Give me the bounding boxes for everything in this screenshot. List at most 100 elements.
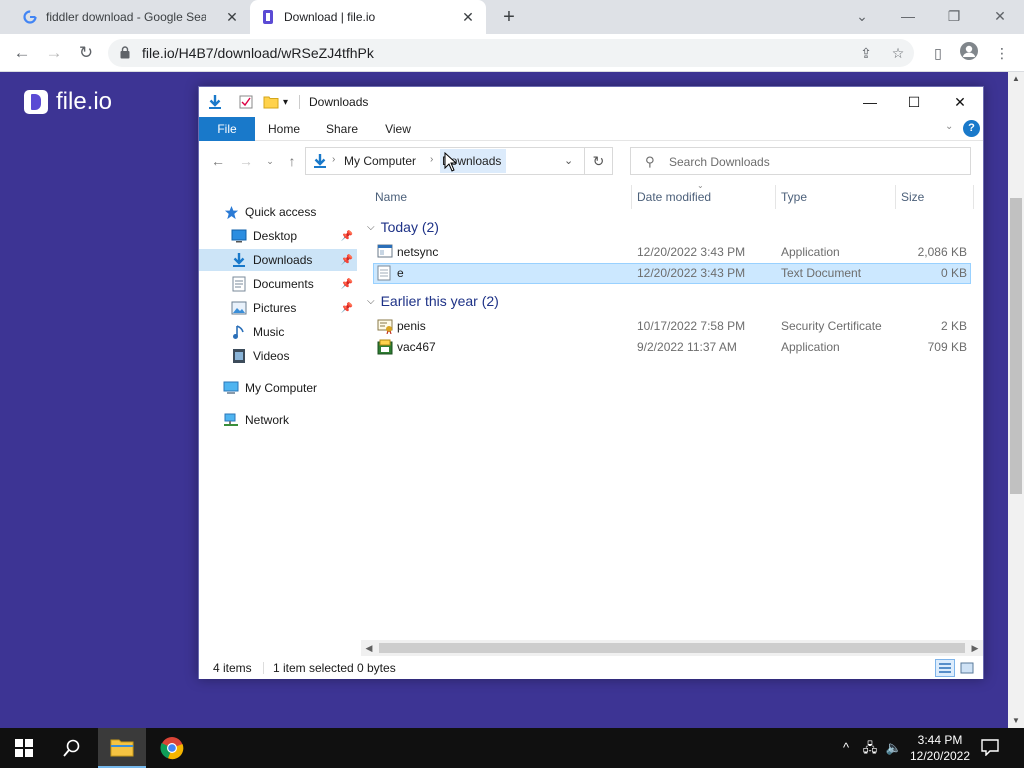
selection-count: 1 item selected bbox=[273, 661, 354, 675]
pin-icon[interactable]: 📌 bbox=[341, 231, 353, 242]
file-row-netsync[interactable]: netsync 12/20/2022 3:43 PM Application 2… bbox=[373, 242, 971, 263]
network-icon bbox=[223, 412, 239, 428]
file-date: 10/17/2022 7:58 PM bbox=[637, 319, 746, 333]
forward-button[interactable]: → bbox=[42, 41, 66, 65]
column-header-name[interactable]: Name bbox=[375, 185, 407, 209]
pictures-icon bbox=[231, 300, 247, 316]
explorer-titlebar: ▾ Downloads — ☐ ✕ bbox=[199, 87, 983, 117]
group-header-today[interactable]: ⌵ Today (2) bbox=[367, 216, 439, 238]
column-divider[interactable] bbox=[895, 185, 896, 209]
nav-item-my-computer[interactable]: My Computer bbox=[199, 377, 357, 399]
help-icon[interactable]: ? bbox=[963, 120, 980, 137]
volume-icon[interactable]: 🔈 bbox=[884, 740, 904, 756]
close-tab-icon[interactable]: ✕ bbox=[460, 9, 476, 25]
search-button[interactable] bbox=[48, 728, 96, 768]
nav-item-downloads[interactable]: Downloads 📌 bbox=[199, 249, 357, 271]
scroll-right-icon[interactable]: ▶ bbox=[967, 640, 983, 656]
large-icons-view-button[interactable] bbox=[957, 659, 977, 677]
back-button[interactable]: ← bbox=[209, 152, 227, 170]
pin-icon[interactable]: 📌 bbox=[341, 279, 353, 290]
nav-item-network[interactable]: Network bbox=[199, 409, 357, 431]
pin-icon[interactable]: 📌 bbox=[341, 303, 353, 314]
clock-date: 12/20/2022 bbox=[909, 749, 971, 763]
forward-button[interactable]: → bbox=[237, 152, 255, 170]
collapse-chevron-icon[interactable]: ⌵ bbox=[367, 296, 375, 307]
tab-google-search[interactable]: fiddler download - Google Search ✕ bbox=[14, 0, 250, 34]
chrome-taskbar-button[interactable] bbox=[148, 728, 196, 768]
profile-avatar-icon[interactable] bbox=[957, 41, 981, 65]
tab-share[interactable]: Share bbox=[319, 117, 365, 141]
nav-item-pictures[interactable]: Pictures 📌 bbox=[199, 297, 357, 319]
share-icon[interactable]: ⇪ bbox=[854, 41, 878, 65]
new-folder-icon[interactable] bbox=[263, 93, 279, 111]
close-window-button[interactable]: ✕ bbox=[980, 4, 1020, 28]
start-button[interactable] bbox=[0, 728, 48, 768]
details-view-button[interactable] bbox=[935, 659, 955, 677]
title-divider bbox=[299, 95, 300, 109]
column-divider[interactable] bbox=[973, 185, 974, 209]
group-header-earlier-this-year[interactable]: ⌵ Earlier this year (2) bbox=[367, 290, 499, 312]
customize-toolbar-icon[interactable]: ▾ bbox=[283, 93, 288, 111]
new-tab-button[interactable]: + bbox=[498, 7, 520, 29]
scroll-down-icon[interactable]: ▼ bbox=[1008, 714, 1024, 728]
close-tab-icon[interactable]: ✕ bbox=[224, 9, 240, 25]
page-scrollbar[interactable]: ▲ ▼ bbox=[1008, 72, 1024, 728]
column-header-size[interactable]: Size bbox=[901, 185, 924, 209]
chrome-icon bbox=[160, 737, 184, 760]
address-bar[interactable]: file.io/H4B7/download/wRSeZJ4tfhPk bbox=[108, 39, 914, 67]
tab-search-icon[interactable]: ⌄ bbox=[842, 4, 882, 28]
column-header-date[interactable]: Date modified bbox=[637, 185, 711, 209]
nav-item-music[interactable]: Music bbox=[199, 321, 357, 343]
refresh-icon[interactable]: ↻ bbox=[585, 147, 613, 175]
nav-item-quick-access[interactable]: Quick access bbox=[199, 201, 357, 223]
file-row-vac467[interactable]: vac467 9/2/2022 11:37 AM Application 709… bbox=[373, 337, 971, 358]
minimize-button[interactable]: — bbox=[888, 4, 928, 28]
collapse-chevron-icon[interactable]: ⌵ bbox=[367, 222, 375, 233]
horizontal-scrollbar[interactable]: ◀ ▶ bbox=[361, 640, 983, 656]
reload-button[interactable]: ↻ bbox=[74, 41, 98, 65]
back-button[interactable]: ← bbox=[10, 41, 34, 65]
scroll-up-icon[interactable]: ▲ bbox=[1008, 72, 1024, 86]
side-panel-icon[interactable]: ▯ bbox=[926, 41, 950, 65]
nav-item-videos[interactable]: Videos bbox=[199, 345, 357, 367]
close-button[interactable]: ✕ bbox=[937, 87, 983, 117]
file-explorer-taskbar-button[interactable] bbox=[98, 728, 146, 768]
maximize-button[interactable]: ☐ bbox=[891, 87, 937, 117]
properties-icon[interactable] bbox=[239, 93, 253, 111]
pin-icon[interactable]: 📌 bbox=[341, 255, 353, 266]
expand-ribbon-icon[interactable]: ⌄ bbox=[945, 121, 953, 132]
nav-label: Pictures bbox=[253, 301, 297, 315]
nav-item-desktop[interactable]: Desktop 📌 bbox=[199, 225, 357, 247]
tab-file[interactable]: File bbox=[199, 117, 255, 141]
network-status-icon[interactable]: 🖧 bbox=[860, 740, 880, 756]
scroll-thumb[interactable] bbox=[379, 643, 965, 653]
scroll-thumb[interactable] bbox=[1010, 198, 1022, 494]
address-dropdown-icon[interactable]: ⌄ bbox=[564, 154, 573, 167]
file-row-penis[interactable]: penis 10/17/2022 7:58 PM Security Certif… bbox=[373, 316, 971, 337]
tab-fileio[interactable]: Download | file.io ✕ bbox=[250, 0, 486, 34]
nav-label: Documents bbox=[253, 277, 314, 291]
column-header-type[interactable]: Type bbox=[781, 185, 807, 209]
breadcrumb-my-computer[interactable]: My Computer bbox=[344, 154, 416, 168]
restore-button[interactable]: ❐ bbox=[934, 4, 974, 28]
system-clock[interactable]: 3:44 PM 12/20/2022 bbox=[906, 732, 974, 764]
show-hidden-icons-icon[interactable]: ^ bbox=[836, 740, 856, 756]
search-input[interactable]: ⚲ Search Downloads bbox=[630, 147, 971, 175]
fileio-logo[interactable]: file.io bbox=[24, 88, 112, 116]
nav-label: Videos bbox=[253, 349, 290, 363]
nav-item-documents[interactable]: Documents 📌 bbox=[199, 273, 357, 295]
minimize-button[interactable]: — bbox=[847, 87, 893, 117]
file-size: 0 KB bbox=[940, 266, 967, 280]
scroll-left-icon[interactable]: ◀ bbox=[361, 640, 377, 656]
column-divider[interactable] bbox=[775, 185, 776, 209]
tab-home[interactable]: Home bbox=[261, 117, 307, 141]
file-row-e[interactable]: e 12/20/2022 3:43 PM Text Document 0 KB bbox=[373, 263, 971, 284]
tab-view[interactable]: View bbox=[375, 117, 421, 141]
menu-kebab-icon[interactable]: ⋮ bbox=[990, 41, 1014, 65]
up-button[interactable]: ↑ bbox=[283, 152, 301, 170]
recent-locations-icon[interactable]: ⌄ bbox=[261, 152, 279, 170]
notifications-icon[interactable] bbox=[980, 738, 1004, 758]
fileio-logo-icon bbox=[24, 90, 48, 114]
column-divider[interactable] bbox=[631, 185, 632, 209]
bookmark-star-icon[interactable]: ☆ bbox=[886, 41, 910, 65]
